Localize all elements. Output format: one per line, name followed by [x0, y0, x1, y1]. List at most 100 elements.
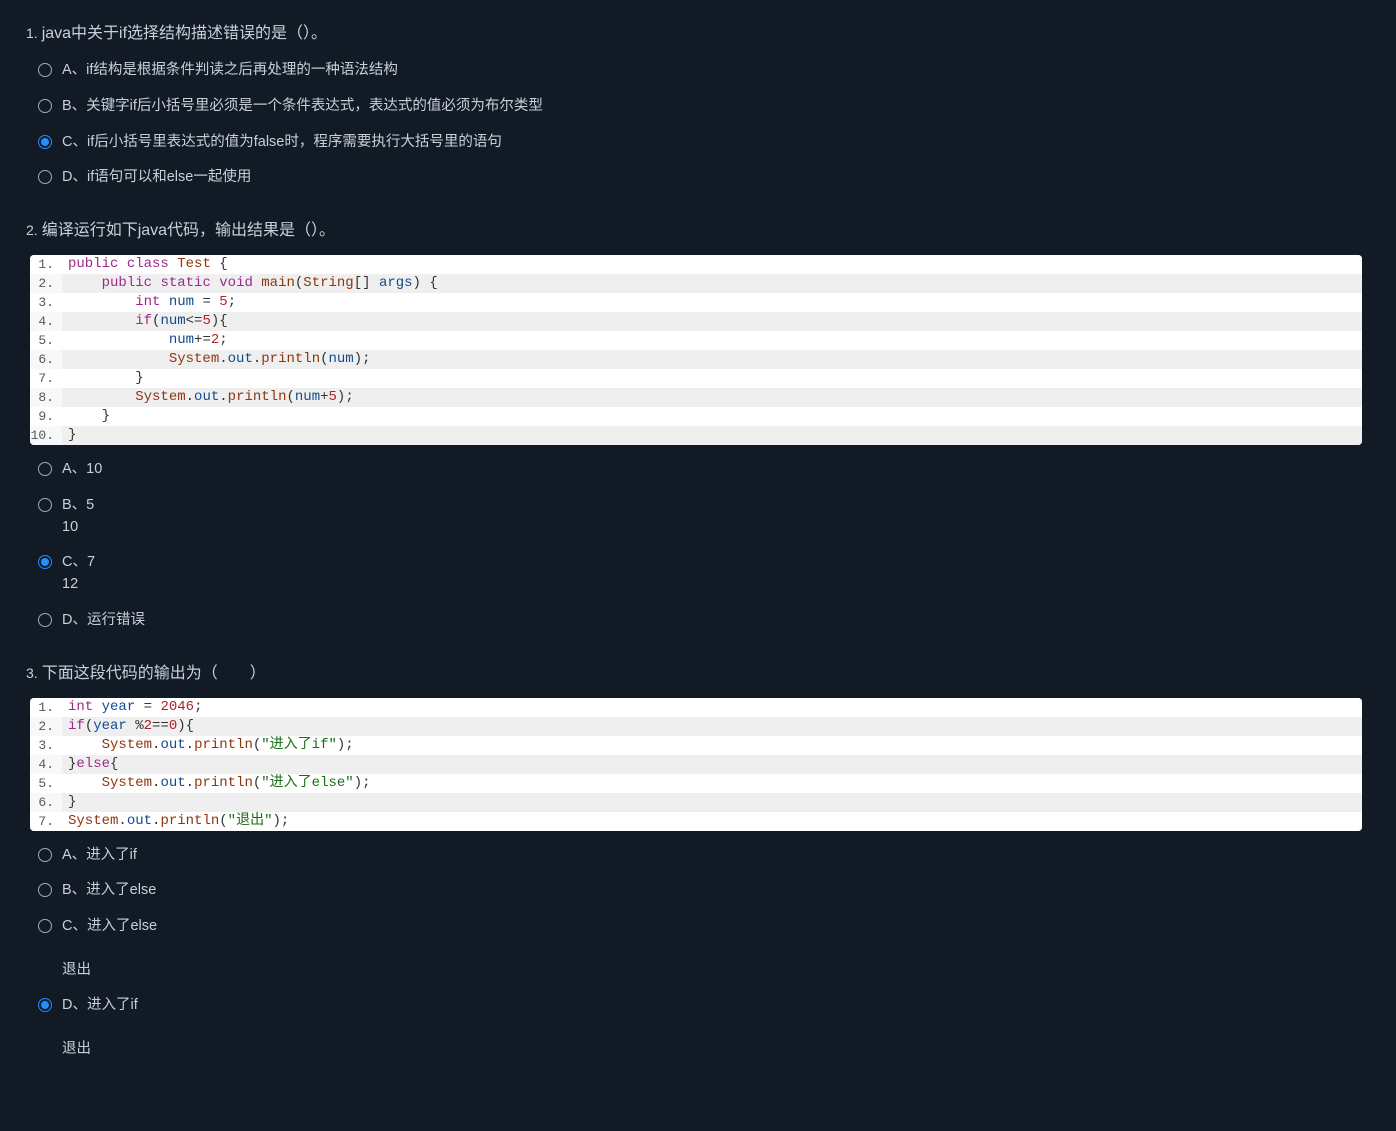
radio-icon[interactable]: [38, 883, 52, 897]
code-line: 3. System.out.println("进入了if");: [30, 736, 1362, 755]
code-content: System.out.println(num+5);: [62, 388, 1362, 407]
option-body: if后小括号里表达式的值为false时，程序需要执行大括号里的语句: [87, 134, 502, 150]
option-text: B、关键字if后小括号里必须是一个条件表达式，表达式的值必须为布尔类型: [62, 96, 543, 118]
question-header: 1.java中关于if选择结构描述错误的是（）。: [26, 22, 1366, 46]
option-letter: C、: [62, 918, 87, 934]
option-text: D、if语句可以和else一起使用: [62, 167, 251, 189]
line-number: 7.: [30, 812, 62, 831]
option[interactable]: B、进入了else: [38, 880, 1366, 902]
option[interactable]: C、if后小括号里表达式的值为false时，程序需要执行大括号里的语句: [38, 132, 1366, 154]
options: A、进入了if B、进入了else C、进入了else 退出 D、进入了if 退出: [38, 845, 1366, 1061]
code-content: }: [62, 793, 1362, 812]
radio-icon[interactable]: [38, 919, 52, 933]
option[interactable]: D、if语句可以和else一起使用: [38, 167, 1366, 189]
option-text: A、10: [62, 459, 102, 481]
code-content: System.out.println("退出");: [62, 812, 1362, 831]
option-text: A、if结构是根据条件判读之后再处理的一种语法结构: [62, 60, 398, 82]
code-content: }: [62, 407, 1362, 426]
option-body: 10: [86, 461, 102, 477]
code-content: public class Test {: [62, 255, 1362, 274]
code-content: num+=2;: [62, 331, 1362, 350]
code-line: 1.public class Test {: [30, 255, 1362, 274]
option[interactable]: C、进入了else 退出: [38, 916, 1366, 981]
question-number: 1.: [26, 23, 38, 44]
line-number: 6.: [30, 793, 62, 812]
code-content: System.out.println("进入了if");: [62, 736, 1362, 755]
option-letter: C、: [62, 134, 87, 150]
code-content: }else{: [62, 755, 1362, 774]
code-content: System.out.println(num);: [62, 350, 1362, 369]
option-body: 进入了if: [86, 847, 137, 863]
code-content: System.out.println("进入了else");: [62, 774, 1362, 793]
radio-icon[interactable]: [38, 498, 52, 512]
code-line: 3. int num = 5;: [30, 293, 1362, 312]
option[interactable]: A、10: [38, 459, 1366, 481]
line-number: 3.: [30, 293, 62, 312]
option[interactable]: B、关键字if后小括号里必须是一个条件表达式，表达式的值必须为布尔类型: [38, 96, 1366, 118]
option-text: A、进入了if: [62, 845, 137, 867]
line-number: 5.: [30, 331, 62, 350]
question-title: 编译运行如下java代码，输出结果是（）。: [42, 219, 335, 243]
code-line: 6.}: [30, 793, 1362, 812]
option-text: C、if后小括号里表达式的值为false时，程序需要执行大括号里的语句: [62, 132, 502, 154]
radio-icon[interactable]: [38, 462, 52, 476]
option-letter: A、: [62, 847, 86, 863]
option[interactable]: C、7 12: [38, 552, 1366, 596]
option-letter: B、: [62, 882, 86, 898]
option[interactable]: D、进入了if 退出: [38, 995, 1366, 1060]
option-text: C、7 12: [62, 552, 95, 596]
option-body: 关键字if后小括号里必须是一个条件表达式，表达式的值必须为布尔类型: [86, 98, 543, 114]
radio-icon[interactable]: [38, 99, 52, 113]
code-line: 5. num+=2;: [30, 331, 1362, 350]
radio-icon[interactable]: [38, 848, 52, 862]
option[interactable]: A、进入了if: [38, 845, 1366, 867]
option-letter: D、: [62, 169, 87, 185]
question-title: 下面这段代码的输出为（ ）: [42, 662, 266, 686]
code-line: 6. System.out.println(num);: [30, 350, 1362, 369]
radio-icon[interactable]: [38, 998, 52, 1012]
code-line: 2. public static void main(String[] args…: [30, 274, 1362, 293]
line-number: 9.: [30, 407, 62, 426]
code-line: 4.}else{: [30, 755, 1362, 774]
code-content: if(year %2==0){: [62, 717, 1362, 736]
option[interactable]: D、运行错误: [38, 610, 1366, 632]
option-text: C、进入了else 退出: [62, 916, 157, 981]
option-text: B、5 10: [62, 495, 94, 539]
code-line: 7. }: [30, 369, 1362, 388]
line-number: 4.: [30, 755, 62, 774]
option-letter: A、: [62, 461, 86, 477]
radio-icon[interactable]: [38, 63, 52, 77]
line-number: 8.: [30, 388, 62, 407]
option-body: 运行错误: [87, 612, 145, 628]
question-number: 2.: [26, 220, 38, 241]
option[interactable]: B、5 10: [38, 495, 1366, 539]
question-number: 3.: [26, 663, 38, 684]
code-content: int year = 2046;: [62, 698, 1362, 717]
code-line: 2.if(year %2==0){: [30, 717, 1362, 736]
options: A、if结构是根据条件判读之后再处理的一种语法结构 B、关键字if后小括号里必须是…: [38, 60, 1366, 189]
option[interactable]: A、if结构是根据条件判读之后再处理的一种语法结构: [38, 60, 1366, 82]
option-letter: A、: [62, 62, 86, 78]
code-line: 4. if(num<=5){: [30, 312, 1362, 331]
code-content: }: [62, 426, 1362, 445]
line-number: 1.: [30, 255, 62, 274]
question: 3.下面这段代码的输出为（ ）1.int year = 2046;2.if(ye…: [26, 662, 1366, 1061]
code-line: 10.}: [30, 426, 1362, 445]
question: 2.编译运行如下java代码，输出结果是（）。 1.public class Te…: [26, 219, 1366, 632]
code-line: 9. }: [30, 407, 1362, 426]
option-letter: D、: [62, 612, 87, 628]
code-line: 5. System.out.println("进入了else");: [30, 774, 1362, 793]
option-body: if语句可以和else一起使用: [87, 169, 251, 185]
options: A、10 B、5 10 C、7 12 D、运行错误: [38, 459, 1366, 632]
radio-icon[interactable]: [38, 170, 52, 184]
radio-icon[interactable]: [38, 555, 52, 569]
question-header: 3.下面这段代码的输出为（ ）: [26, 662, 1366, 686]
option-body: if结构是根据条件判读之后再处理的一种语法结构: [86, 62, 398, 78]
radio-icon[interactable]: [38, 135, 52, 149]
quiz-page: 1.java中关于if选择结构描述错误的是（）。A、if结构是根据条件判读之后再…: [0, 0, 1396, 1131]
option-text: B、进入了else: [62, 880, 156, 902]
code-content: if(num<=5){: [62, 312, 1362, 331]
question-title: java中关于if选择结构描述错误的是（）。: [42, 22, 327, 46]
radio-icon[interactable]: [38, 613, 52, 627]
option-letter: D、: [62, 997, 87, 1013]
